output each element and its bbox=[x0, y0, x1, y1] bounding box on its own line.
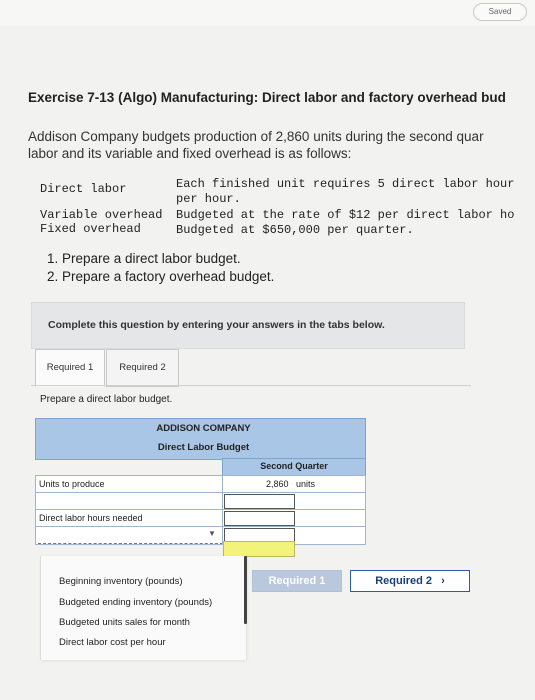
chevron-right-icon: › bbox=[441, 575, 445, 587]
instruction-text: Complete this question by entering your … bbox=[48, 319, 385, 331]
spec-label-variable-overhead: Variable overhead bbox=[40, 208, 163, 222]
spec-text-direct-labor-cont: per hour. bbox=[176, 192, 241, 206]
budget-title: Direct Labor Budget bbox=[157, 442, 250, 453]
prev-button[interactable]: Required 1 bbox=[252, 570, 342, 592]
next-button[interactable]: Required 2 › bbox=[350, 570, 470, 592]
value-input[interactable] bbox=[224, 494, 295, 509]
chevron-down-icon[interactable]: ▼ bbox=[208, 529, 220, 541]
spec-text-direct-labor: Each finished unit requires 5 direct lab… bbox=[176, 177, 515, 191]
tab-instruction: Prepare a direct labor budget. bbox=[40, 394, 173, 405]
row-label: Direct labor hours needed bbox=[39, 513, 143, 523]
exercise-title: Exercise 7-13 (Algo) Manufacturing: Dire… bbox=[28, 90, 506, 105]
tab-required-1[interactable]: Required 1 bbox=[35, 349, 105, 387]
dropdown-option[interactable]: Budgeted ending inventory (pounds) bbox=[59, 597, 212, 608]
row-label: Units to produce bbox=[39, 479, 105, 489]
units-unit: units bbox=[296, 479, 316, 489]
dropdown-scrollbar[interactable] bbox=[244, 556, 247, 624]
column-divider bbox=[222, 510, 223, 527]
requirements-list: 1. Prepare a direct labor budget. 2. Pre… bbox=[47, 250, 274, 286]
units-value: 2,860 bbox=[266, 479, 289, 489]
requirement-1: 1. Prepare a direct labor budget. bbox=[47, 251, 241, 266]
tab-divider bbox=[31, 385, 471, 386]
spec-text-fixed-overhead: Budgeted at $650,000 per quarter. bbox=[176, 223, 414, 237]
row-label-select[interactable] bbox=[38, 529, 228, 544]
exercise-intro: Addison Company budgets production of 2,… bbox=[28, 128, 535, 162]
highlighted-input[interactable] bbox=[223, 541, 295, 557]
instruction-panel: Complete this question by entering your … bbox=[31, 302, 465, 349]
dropdown-option[interactable]: Budgeted units sales for month bbox=[59, 617, 190, 628]
dropdown-option[interactable]: Direct labor cost per hour bbox=[59, 637, 166, 648]
table-header: ADDISON COMPANY Direct Labor Budget bbox=[35, 418, 366, 460]
column-divider bbox=[222, 493, 223, 510]
intro-line-2: labor and its variable and fixed overhea… bbox=[28, 146, 352, 161]
spec-label-fixed-overhead: Fixed overhead bbox=[40, 222, 141, 236]
top-bar: Saved bbox=[0, 0, 535, 26]
requirement-2: 2. Prepare a factory overhead budget. bbox=[47, 269, 275, 284]
column-divider bbox=[222, 476, 223, 493]
value-input[interactable] bbox=[224, 511, 295, 526]
spec-label-direct-labor: Direct labor bbox=[40, 182, 127, 196]
company-name: ADDISON COMPANY bbox=[156, 423, 251, 434]
saved-badge: Saved bbox=[473, 3, 527, 21]
spec-text-variable-overhead: Budgeted at the rate of $12 per direct l… bbox=[176, 208, 515, 222]
table-row-dropdown: ▼ bbox=[35, 526, 366, 545]
dropdown-option[interactable]: Beginning inventory (pounds) bbox=[59, 576, 183, 587]
tab-required-2[interactable]: Required 2 bbox=[106, 349, 179, 387]
next-button-label: Required 2 bbox=[375, 575, 433, 587]
intro-line-1: Addison Company budgets production of 2,… bbox=[28, 129, 484, 144]
dropdown-options: Beginning inventory (pounds) Budgeted en… bbox=[40, 556, 246, 660]
